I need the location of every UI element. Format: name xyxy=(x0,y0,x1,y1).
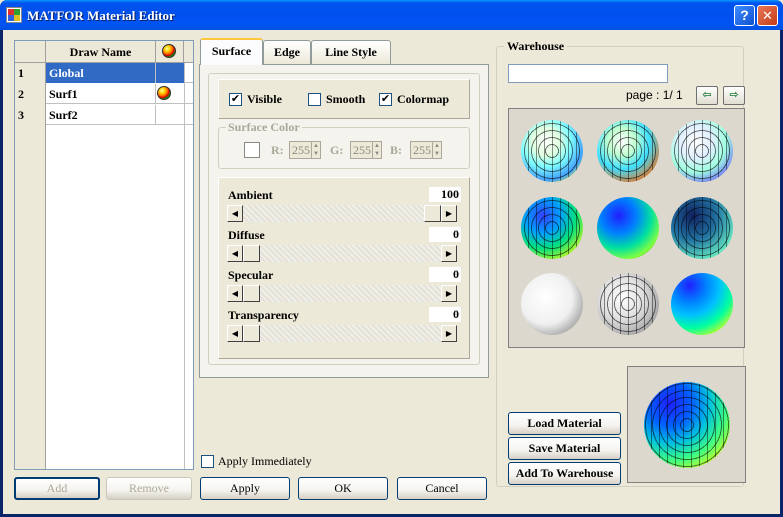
scroll-right-icon[interactable]: ▶ xyxy=(441,285,457,302)
warehouse-title: Warehouse xyxy=(504,39,568,54)
colormap-ball-icon xyxy=(162,44,176,58)
r-spinner[interactable]: 255 ▲ ▼ xyxy=(289,141,321,159)
diffuse-label: Diffuse xyxy=(228,228,265,242)
save-material-button[interactable]: Save Material xyxy=(508,437,621,460)
row-draw-name[interactable]: Global xyxy=(46,63,156,83)
table-row[interactable]: 3 Surf2 xyxy=(15,105,193,125)
material-white-smooth-icon[interactable] xyxy=(521,273,583,335)
help-button[interactable]: ? xyxy=(734,5,755,26)
row-color-cell[interactable] xyxy=(156,105,184,125)
add-to-warehouse-button[interactable]: Add To Warehouse xyxy=(508,462,621,485)
table-row[interactable]: 2 Surf1 xyxy=(15,84,193,104)
warehouse-name-input[interactable] xyxy=(508,64,668,83)
material-editor-window: MATFOR Material Editor ? ✕ Draw Name 1 G… xyxy=(0,0,783,517)
scroll-right-icon[interactable]: ▶ xyxy=(441,245,457,262)
material-preview xyxy=(627,366,746,483)
transparency-slider[interactable]: ◀ ▶ xyxy=(227,325,457,342)
diffuse-thumb[interactable] xyxy=(243,245,260,262)
scroll-right-icon[interactable]: ▶ xyxy=(441,205,457,222)
specular-thumb[interactable] xyxy=(243,285,260,302)
specular-label: Specular xyxy=(228,268,274,282)
material-wire-rainbow-icon[interactable] xyxy=(521,120,583,182)
g-label: G: xyxy=(330,143,344,157)
row-number: 3 xyxy=(15,105,46,125)
grid-header: Draw Name xyxy=(15,41,193,63)
colormap-label: Colormap xyxy=(397,92,449,106)
scroll-left-icon[interactable]: ◀ xyxy=(227,325,243,342)
prev-arrow-icon[interactable]: ⇦ xyxy=(696,86,718,105)
ambient-slider[interactable]: ◀ ▶ xyxy=(227,205,457,222)
smooth-label: Smooth xyxy=(326,92,366,106)
material-banded-rainbow-icon[interactable] xyxy=(671,273,733,335)
colormap-ball-icon xyxy=(157,86,171,100)
remove-button[interactable]: Remove xyxy=(106,477,192,500)
next-arrow-icon[interactable]: ⇨ xyxy=(723,86,745,105)
ambient-thumb[interactable] xyxy=(424,205,441,222)
grid-corner xyxy=(15,41,46,63)
diffuse-slider[interactable]: ◀ ▶ xyxy=(227,245,457,262)
transparency-value: 0 xyxy=(429,307,461,322)
diffuse-value: 0 xyxy=(429,227,461,242)
app-icon xyxy=(6,7,22,23)
apply-immediately-checkbox[interactable] xyxy=(201,455,214,468)
grid-col-draw-name[interactable]: Draw Name xyxy=(46,41,156,63)
material-smooth-rainbow-icon[interactable] xyxy=(597,197,659,259)
scroll-left-icon[interactable]: ◀ xyxy=(227,205,243,222)
row-color-cell[interactable] xyxy=(156,63,184,83)
tab-surface[interactable]: Surface xyxy=(200,38,263,65)
surface-color-swatch[interactable] xyxy=(244,142,260,158)
material-grid[interactable] xyxy=(508,108,745,348)
draw-name-grid[interactable]: Draw Name 1 Global 2 Surf1 3 Surf2 xyxy=(14,40,194,470)
preview-sphere-icon xyxy=(644,382,730,468)
apply-immediately-label: Apply Immediately xyxy=(218,454,312,468)
visible-label: Visible xyxy=(247,92,282,106)
table-row[interactable]: 1 Global xyxy=(15,63,193,83)
specular-value: 0 xyxy=(429,267,461,282)
surface-tab-panel: ✔ Visible Smooth ✔ Colormap Surface Colo… xyxy=(199,64,489,378)
transparency-thumb[interactable] xyxy=(243,325,260,342)
dialog-client: Draw Name 1 Global 2 Surf1 3 Surf2 Add R… xyxy=(3,30,780,514)
scroll-left-icon[interactable]: ◀ xyxy=(227,245,243,262)
row-color-cell[interactable] xyxy=(156,84,184,104)
grid-col-color[interactable] xyxy=(156,41,184,63)
apply-button[interactable]: Apply xyxy=(200,477,290,500)
b-label: B: xyxy=(390,143,402,157)
tab-line-style[interactable]: Line Style xyxy=(311,40,391,64)
scroll-right-icon[interactable]: ▶ xyxy=(441,325,457,342)
material-faceted-teal-icon[interactable] xyxy=(671,197,733,259)
material-wire-warm-icon[interactable] xyxy=(597,120,659,182)
close-button[interactable]: ✕ xyxy=(757,5,778,26)
title-bar[interactable]: MATFOR Material Editor ? ✕ xyxy=(0,0,783,30)
ambient-label: Ambient xyxy=(228,188,273,202)
specular-slider[interactable]: ◀ ▶ xyxy=(227,285,457,302)
window-title: MATFOR Material Editor xyxy=(27,8,175,23)
material-wire-cool-icon[interactable] xyxy=(671,120,733,182)
page-indicator: page : 1/ 1 xyxy=(626,88,683,102)
material-faceted-rainbow-icon[interactable] xyxy=(521,197,583,259)
cancel-button[interactable]: Cancel xyxy=(397,477,487,500)
b-spinner[interactable]: 255 ▲ ▼ xyxy=(410,141,442,159)
row-draw-name[interactable]: Surf2 xyxy=(46,105,156,125)
row-number: 1 xyxy=(15,63,46,83)
r-label: R: xyxy=(271,143,284,157)
tab-edge[interactable]: Edge xyxy=(263,40,311,64)
visible-checkbox[interactable]: ✔ xyxy=(229,93,242,106)
add-button[interactable]: Add xyxy=(14,477,100,500)
visibility-options: ✔ Visible Smooth ✔ Colormap xyxy=(218,79,470,119)
lighting-sliders: Ambient 100 ◀ ▶ Diffuse 0 ◀ ▶ Specular 0 xyxy=(218,177,470,359)
g-spinner[interactable]: 255 ▲ ▼ xyxy=(350,141,382,159)
surface-color-title: Surface Color xyxy=(226,120,302,135)
transparency-label: Transparency xyxy=(228,308,299,322)
load-material-button[interactable]: Load Material xyxy=(508,412,621,435)
ambient-value: 100 xyxy=(429,187,461,202)
scroll-left-icon[interactable]: ◀ xyxy=(227,285,243,302)
material-gray-faceted-icon[interactable] xyxy=(597,273,659,335)
row-number: 2 xyxy=(15,84,46,104)
smooth-checkbox[interactable] xyxy=(308,93,321,106)
ok-button[interactable]: OK xyxy=(298,477,388,500)
row-draw-name[interactable]: Surf1 xyxy=(46,84,156,104)
colormap-checkbox[interactable]: ✔ xyxy=(379,93,392,106)
